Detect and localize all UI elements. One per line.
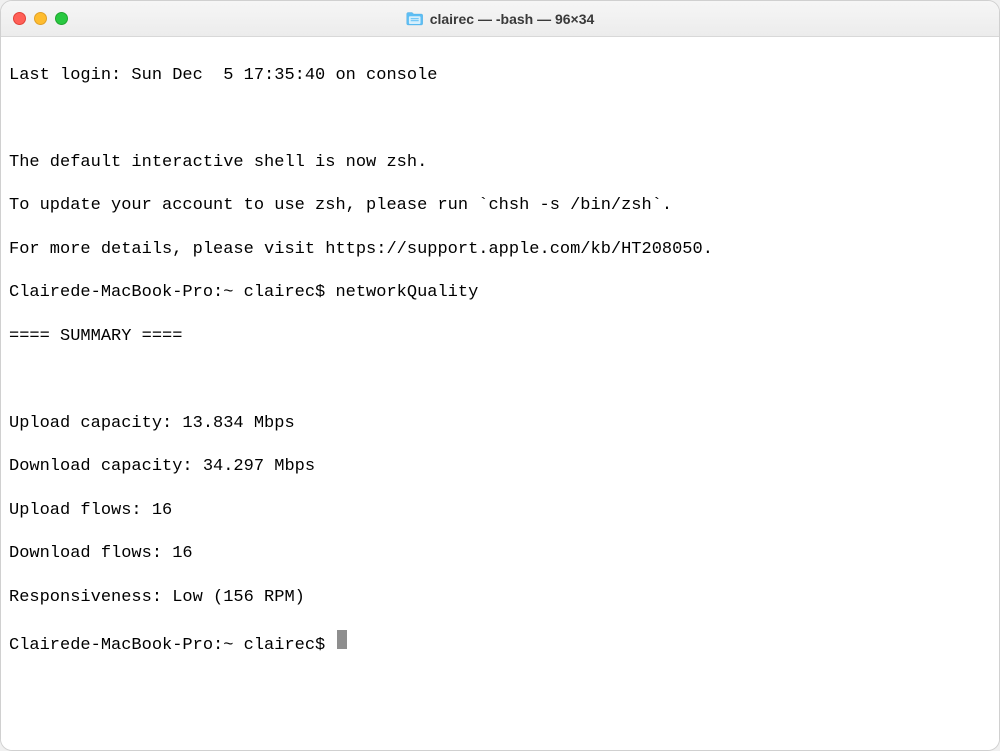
- close-button[interactable]: [13, 12, 26, 25]
- responsiveness-line: Responsiveness: Low (156 RPM): [9, 587, 991, 609]
- prompt-command-line: Clairede-MacBook-Pro:~ clairec$ networkQ…: [9, 282, 991, 304]
- upload-flows-line: Upload flows: 16: [9, 500, 991, 522]
- summary-header: ==== SUMMARY ====: [9, 326, 991, 348]
- blank-line-2: [9, 369, 991, 391]
- zsh-notice-line1: The default interactive shell is now zsh…: [9, 152, 991, 174]
- download-capacity-line: Download capacity: 34.297 Mbps: [9, 456, 991, 478]
- window-title-text: clairec — -bash — 96×34: [430, 11, 595, 27]
- maximize-button[interactable]: [55, 12, 68, 25]
- zsh-notice-line3: For more details, please visit https://s…: [9, 239, 991, 261]
- cursor: [337, 630, 347, 649]
- last-login-line: Last login: Sun Dec 5 17:35:40 on consol…: [9, 65, 991, 87]
- zsh-notice-line2: To update your account to use zsh, pleas…: [9, 195, 991, 217]
- prompt-text: Clairede-MacBook-Pro:~ clairec$: [9, 635, 335, 657]
- titlebar[interactable]: clairec — -bash — 96×34: [1, 1, 999, 37]
- blank-line: [9, 108, 991, 130]
- download-flows-line: Download flows: 16: [9, 543, 991, 565]
- minimize-button[interactable]: [34, 12, 47, 25]
- window-title: clairec — -bash — 96×34: [406, 11, 595, 27]
- traffic-lights: [13, 12, 68, 25]
- terminal-window: clairec — -bash — 96×34 Last login: Sun …: [0, 0, 1000, 751]
- upload-capacity-line: Upload capacity: 13.834 Mbps: [9, 413, 991, 435]
- terminal-content[interactable]: Last login: Sun Dec 5 17:35:40 on consol…: [1, 37, 999, 750]
- active-prompt-line: Clairede-MacBook-Pro:~ clairec$: [9, 630, 991, 657]
- folder-icon: [406, 11, 424, 26]
